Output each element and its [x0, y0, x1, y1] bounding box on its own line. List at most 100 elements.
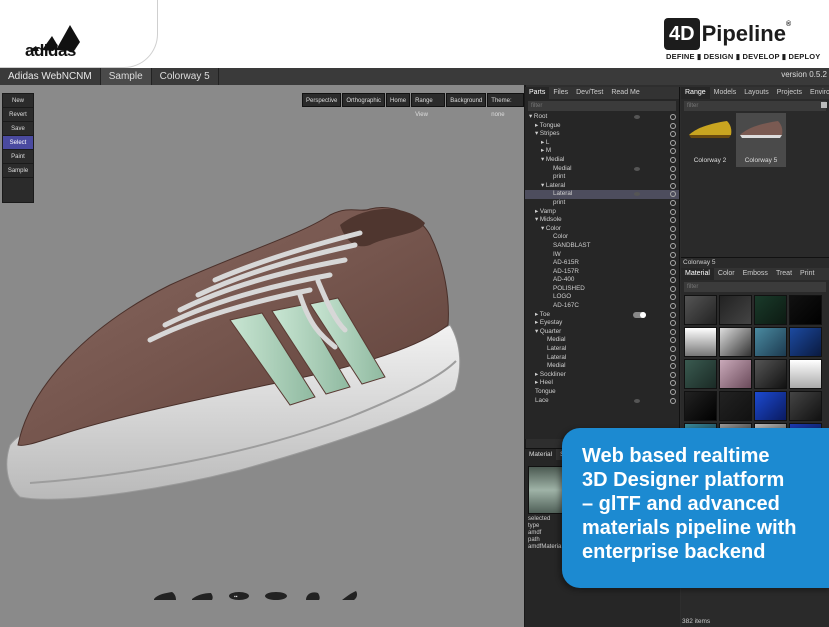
theme-button[interactable]: Theme: none [487, 93, 524, 118]
side-view-shoe-icon[interactable] [152, 590, 178, 602]
tree-item[interactable]: AD-167C [525, 302, 679, 311]
material-swatch[interactable] [719, 359, 752, 389]
new-button[interactable]: New [3, 94, 33, 108]
eye-icon[interactable] [670, 294, 676, 301]
eye-icon[interactable] [670, 156, 676, 163]
tree-item[interactable]: POLISHED [525, 285, 679, 294]
tree-item[interactable]: ▾ Medial [525, 156, 679, 165]
tab-read-me[interactable]: Read Me [607, 87, 643, 99]
tab-dev-test[interactable]: Dev/Test [572, 87, 607, 99]
tab-models[interactable]: Models [710, 87, 741, 99]
tree-item[interactable]: AD-400 [525, 276, 679, 285]
tree-item[interactable]: Lateral [525, 190, 679, 199]
home-button[interactable]: Home [386, 93, 411, 107]
tree-item[interactable]: ▾ Quarter [525, 328, 679, 337]
material-swatch[interactable] [789, 359, 822, 389]
tree-item[interactable]: ▾ Root [525, 113, 679, 122]
tree-item[interactable]: ▾ Lateral [525, 182, 679, 191]
tree-item[interactable]: Medial [525, 336, 679, 345]
sample-button[interactable]: Sample [3, 164, 33, 178]
tree-item[interactable]: ▸ Sockliner [525, 371, 679, 380]
tree-item[interactable]: ▸ Toe [525, 311, 679, 320]
tree-item[interactable]: ▾ Midsole [525, 216, 679, 225]
eye-icon[interactable] [670, 268, 676, 275]
tree-item[interactable]: ▸ Vamp [525, 208, 679, 217]
eye-icon[interactable] [670, 328, 676, 335]
tab-material-detail[interactable]: Material [525, 449, 557, 460]
bottom-view-shoe-icon[interactable] [263, 590, 289, 602]
tab-parts[interactable]: Parts [525, 87, 550, 99]
eye-icon[interactable] [670, 182, 676, 189]
paint-button[interactable]: Paint [3, 150, 33, 164]
eye-icon[interactable] [670, 217, 676, 224]
tab-sample[interactable]: Sample [100, 68, 152, 85]
material-swatch[interactable] [754, 391, 787, 421]
3d-viewport[interactable]: New Revert Save Select Paint Sample Pers… [0, 85, 524, 627]
eye-icon[interactable] [670, 285, 676, 292]
top-view-shoe-icon[interactable]: ▪▪ [226, 590, 252, 602]
tree-item[interactable]: ▾ Stripes [525, 130, 679, 139]
eye-icon[interactable] [670, 363, 676, 370]
eye-icon[interactable] [670, 320, 676, 327]
save-button[interactable]: Save [3, 122, 33, 136]
range-card-colorway-5[interactable]: Colorway 5 [736, 113, 786, 167]
eye-icon[interactable] [670, 174, 676, 181]
tree-item[interactable]: Tongue [525, 388, 679, 397]
tree-item[interactable]: Lateral [525, 345, 679, 354]
tree-item[interactable]: Medial [525, 362, 679, 371]
tree-item[interactable]: print [525, 199, 679, 208]
materials-filter-input[interactable]: filter [684, 282, 826, 292]
eye-icon[interactable] [670, 303, 676, 310]
orthographic-button[interactable]: Orthographic [342, 93, 386, 107]
material-swatch[interactable] [789, 391, 822, 421]
tab-projects[interactable]: Projects [773, 87, 806, 99]
tab-range[interactable]: Range [681, 87, 710, 99]
tab-layouts[interactable]: Layouts [740, 87, 773, 99]
material-swatch[interactable] [684, 327, 717, 357]
material-swatch[interactable] [754, 327, 787, 357]
eye-icon[interactable] [670, 165, 676, 172]
material-swatch[interactable] [684, 391, 717, 421]
material-swatch[interactable] [754, 359, 787, 389]
perspective-button[interactable]: Perspective [302, 93, 342, 107]
eye-icon[interactable] [670, 397, 676, 404]
tree-item[interactable]: Medial [525, 165, 679, 174]
eye-icon[interactable] [670, 242, 676, 249]
material-swatch[interactable] [684, 359, 717, 389]
shoe-model[interactable] [0, 85, 524, 627]
eye-icon[interactable] [670, 346, 676, 353]
tree-item[interactable]: ▸ L [525, 139, 679, 148]
tab-treat[interactable]: Treat [772, 268, 796, 280]
tree-item[interactable]: ▸ Eyestay [525, 319, 679, 328]
three-quarter-shoe-icon[interactable] [189, 590, 215, 602]
eye-icon[interactable] [670, 337, 676, 344]
tab-files[interactable]: Files [549, 87, 572, 99]
front-view-shoe-icon[interactable] [300, 590, 326, 602]
material-swatch[interactable] [719, 295, 752, 325]
eye-icon[interactable] [670, 131, 676, 138]
eye-icon[interactable] [670, 380, 676, 387]
tab-material[interactable]: Material [681, 268, 714, 280]
tree-item[interactable]: ▸ Heel [525, 379, 679, 388]
tree-item[interactable]: LOGO [525, 293, 679, 302]
range-filter-input[interactable]: filter [684, 101, 826, 111]
select-button[interactable]: Select [3, 136, 33, 150]
material-swatch[interactable] [719, 391, 752, 421]
tab-print[interactable]: Print [796, 268, 818, 280]
tree-item[interactable]: SANDBLAST [525, 242, 679, 251]
material-swatch[interactable] [754, 295, 787, 325]
visibility-toggle[interactable] [633, 311, 646, 318]
eye-icon[interactable] [670, 251, 676, 258]
tree-item[interactable]: AD-615R [525, 259, 679, 268]
eye-icon[interactable] [670, 311, 676, 318]
back-view-shoe-icon[interactable] [337, 590, 363, 602]
eye-icon[interactable] [670, 148, 676, 155]
eye-icon[interactable] [670, 208, 676, 215]
eye-icon[interactable] [670, 199, 676, 206]
eye-icon[interactable] [670, 191, 676, 198]
eye-icon[interactable] [670, 389, 676, 395]
tree-item[interactable]: ▸ Tongue [525, 122, 679, 131]
eye-icon[interactable] [670, 114, 676, 120]
eye-icon[interactable] [670, 122, 676, 129]
eye-icon[interactable] [670, 139, 676, 146]
